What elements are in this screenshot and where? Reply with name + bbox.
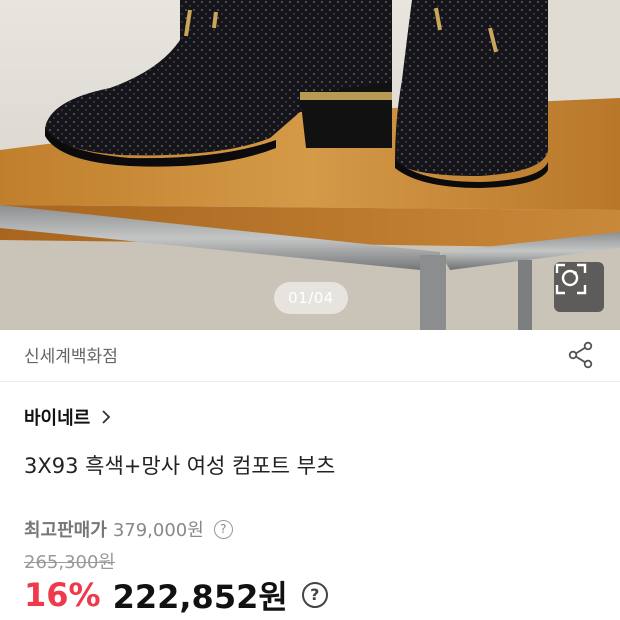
brand-name: 바이네르 — [24, 408, 91, 429]
chevron-right-icon — [102, 410, 111, 424]
product-image-gallery[interactable]: 01/04 — [0, 0, 620, 330]
max-price-value: 379,000원 — [112, 520, 204, 541]
share-button[interactable] — [566, 340, 596, 370]
sale-price-row: 16% 222,852원 ? — [24, 572, 328, 618]
max-price-help-icon[interactable]: ? — [213, 519, 233, 539]
sale-price: 222,852원 — [112, 578, 288, 616]
original-price: 265,300원 — [24, 552, 115, 573]
image-page-indicator: 01/04 — [274, 282, 348, 314]
product-photo — [0, 0, 620, 330]
brand-link[interactable]: 바이네르 — [24, 404, 112, 430]
discount-rate: 16% — [24, 576, 101, 614]
max-price-row: 최고판매가 379,000원 ? — [24, 516, 233, 542]
share-icon — [568, 341, 593, 369]
seller-row: 신세계백화점 — [0, 330, 620, 382]
max-price-label: 최고판매가 — [24, 520, 107, 541]
camera-lens-search-icon — [555, 263, 587, 295]
product-title: 3X93 흑색+망사 여성 컴포트 부츠 — [24, 454, 336, 478]
lens-search-button[interactable] — [554, 262, 604, 312]
seller-name[interactable]: 신세계백화점 — [24, 342, 118, 367]
sale-price-help-icon[interactable]: ? — [301, 582, 328, 608]
